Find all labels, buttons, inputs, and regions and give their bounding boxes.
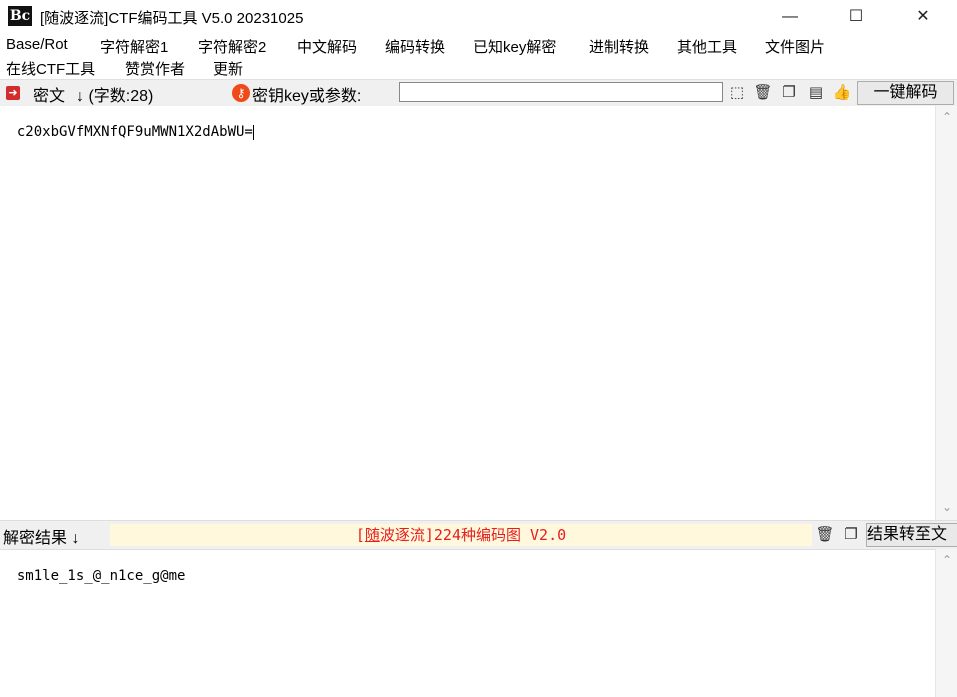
banner-prefix: [ [355, 526, 365, 544]
promo-banner[interactable]: [随波逐流]224种编码图 V2.0 [110, 524, 812, 546]
result-label: 解密结果 ↓ [3, 530, 80, 547]
ciphertext-label: 密文 [33, 88, 66, 105]
menu-base-convert[interactable]: 进制转换 [589, 36, 649, 57]
key-icon: ⚷ [232, 84, 250, 102]
input-scrollbar[interactable]: ⌃ ⌄ [935, 106, 957, 520]
menu-bar: Base/Rot 字符解密1 字符解密2 中文解码 编码转换 已知key解密 进… [0, 34, 957, 78]
copy-icon[interactable]: ❐ [841, 525, 861, 545]
menu-char-decrypt-2[interactable]: 字符解密2 [198, 36, 266, 57]
trash-icon[interactable]: 🗑 [753, 83, 773, 103]
menu-online-ctf-tools[interactable]: 在线CTF工具 [6, 58, 95, 79]
result-toolbar: 解密结果 ↓ [随波逐流]224种编码图 V2.0 🗑 ❐ 结果转至文 [0, 520, 957, 550]
menu-donate-author[interactable]: 赞赏作者 [125, 58, 185, 79]
title-bar: Bc [随波逐流]CTF编码工具 V5.0 20231025 — ☐ ✕ [0, 0, 957, 33]
text-cursor [252, 124, 254, 140]
char-count-label: ↓ (字数:28) [76, 88, 154, 105]
menu-update[interactable]: 更新 [213, 58, 243, 79]
window-title: [随波逐流]CTF编码工具 V5.0 20231025 [40, 10, 304, 27]
key-input[interactable] [399, 82, 723, 102]
result-value: sm1le_1s_@_n1ce_g@me [16, 568, 186, 584]
cipher-arrow-icon: ➜ [6, 86, 20, 100]
menu-char-decrypt-1[interactable]: 字符解密1 [100, 36, 168, 57]
result-transfer-button[interactable]: 结果转至文 [866, 523, 957, 547]
menu-other-tools[interactable]: 其他工具 [677, 36, 737, 57]
one-click-decode-button[interactable]: 一键解码 [857, 81, 954, 105]
maximize-button[interactable]: ☐ [833, 0, 879, 33]
copy-icon[interactable]: ❐ [779, 83, 799, 103]
result-output[interactable]: sm1le_1s_@_n1ce_g@me [0, 552, 935, 697]
scroll-up-icon[interactable]: ⌃ [936, 553, 957, 567]
scroll-up-icon[interactable]: ⌃ [936, 110, 957, 124]
thumbs-up-icon[interactable]: 👍 [832, 83, 852, 103]
menu-encoding-convert[interactable]: 编码转换 [385, 36, 445, 57]
menu-file-image[interactable]: 文件图片 [765, 36, 825, 57]
ciphertext-input[interactable]: c20xbGVfMXNfQF9uMWN1X2dAbWU= [0, 108, 935, 518]
ciphertext-toolbar: ➜ 密文 ↓ (字数:28) ⚷ 密钥key或参数: ⬚ 🗑 ❐ ▤ 👍 一键解… [0, 79, 957, 106]
menu-base-rot[interactable]: Base/Rot [6, 36, 68, 53]
app-logo-icon: Bc [8, 6, 32, 26]
menu-chinese-decode[interactable]: 中文解码 [297, 36, 357, 57]
cursor-select-icon[interactable]: ⬚ [727, 83, 747, 103]
paste-icon[interactable]: ▤ [806, 83, 826, 103]
minimize-button[interactable]: — [767, 0, 813, 33]
menu-known-key-decrypt[interactable]: 已知key解密 [473, 36, 556, 57]
ciphertext-value: c20xbGVfMXNfQF9uMWN1X2dAbWU= [16, 124, 253, 140]
scroll-down-icon[interactable]: ⌄ [936, 500, 957, 514]
key-label: 密钥key或参数: [252, 88, 362, 105]
trash-icon[interactable]: 🗑 [815, 525, 835, 545]
banner-link[interactable]: 随 [365, 526, 380, 544]
output-scrollbar[interactable]: ⌃ [935, 549, 957, 697]
close-button[interactable]: ✕ [900, 0, 946, 33]
banner-text: 波逐流]224种编码图 V2.0 [379, 526, 567, 544]
